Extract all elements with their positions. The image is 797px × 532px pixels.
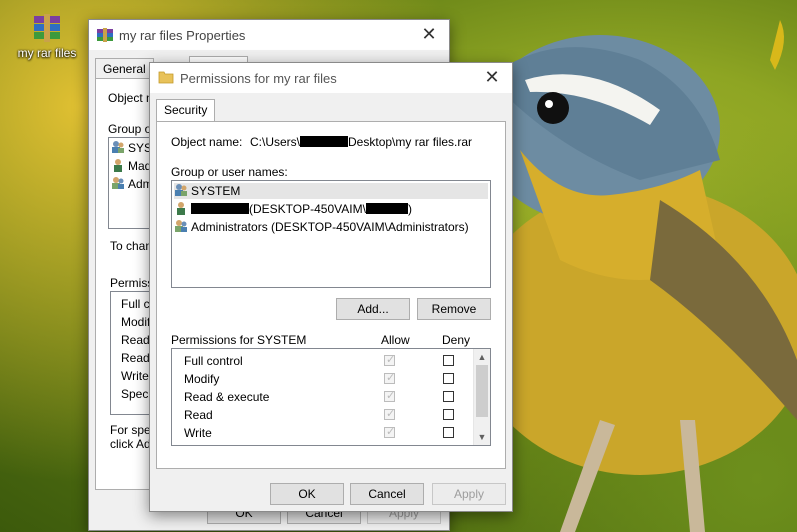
perm-item: Read (121, 351, 150, 365)
perm-name: Read (184, 408, 213, 422)
deny-checkbox[interactable] (443, 391, 454, 402)
tab-security[interactable]: Security (156, 99, 216, 122)
users-list[interactable]: SYSTEM (DESKTOP-450VAIM\) Administrators… (171, 180, 491, 288)
winrar-archive-icon (32, 14, 62, 42)
permissions-dialog: Permissions for my rar files ✕ Security … (149, 62, 513, 512)
chevron-down-icon[interactable]: ▼ (474, 429, 490, 445)
allow-checkbox[interactable]: ✓ (384, 390, 395, 402)
redaction-bar (300, 136, 349, 147)
perm-name: Read & execute (184, 390, 270, 404)
redaction-bar (191, 203, 249, 214)
properties-titlebar[interactable]: my rar files Properties ✕ (89, 20, 449, 50)
users-group-icon (174, 183, 188, 197)
desktop-icon-label: my rar files (17, 46, 77, 60)
folder-icon (158, 69, 174, 84)
deny-checkbox[interactable] (443, 427, 454, 438)
ok-button[interactable]: OK (270, 483, 344, 505)
add-button[interactable]: Add... (336, 298, 410, 320)
permissions-title: Permissions for my rar files (180, 71, 337, 86)
list-item[interactable]: SYSTEM (174, 183, 488, 199)
deny-checkbox[interactable] (443, 373, 454, 384)
allow-header: Allow (381, 333, 410, 347)
permissions-scrollbar[interactable]: ▲ ▼ (473, 349, 490, 445)
perm-name: Write (184, 426, 212, 440)
allow-checkbox[interactable]: ✓ (384, 354, 395, 366)
allow-checkbox[interactable]: ✓ (384, 372, 395, 384)
user-name: Mad (128, 159, 152, 173)
permissions-titlebar[interactable]: Permissions for my rar files ✕ (150, 63, 512, 93)
properties-title: my rar files Properties (119, 28, 246, 43)
remove-button[interactable]: Remove (417, 298, 491, 320)
tab-general[interactable]: General (95, 58, 154, 79)
close-icon[interactable]: ✕ (419, 24, 439, 45)
perm-name: Full control (184, 354, 243, 368)
cancel-button[interactable]: Cancel (350, 483, 424, 505)
allow-checkbox[interactable]: ✓ (384, 408, 395, 420)
deny-header: Deny (442, 333, 471, 347)
perm-item: Read (121, 333, 150, 347)
winrar-title-icon (97, 28, 113, 42)
users-group-icon (111, 140, 125, 154)
user-name-suffix: ) (407, 202, 412, 216)
allow-checkbox[interactable]: ✓ (384, 426, 395, 438)
perm-item: Write (121, 369, 149, 383)
object-name-label: Object name: (171, 135, 243, 149)
permissions-tabpanel: Object name: C:\Users\ Desktop\my rar fil… (156, 121, 506, 469)
group-names-label: Group or user names: (171, 165, 288, 179)
chevron-up-icon[interactable]: ▲ (474, 349, 490, 365)
list-item[interactable]: Administrators (DESKTOP-450VAIM\Administ… (174, 219, 488, 235)
close-icon[interactable]: ✕ (482, 67, 502, 88)
user-name: SYSTEM (191, 184, 241, 198)
apply-button[interactable]: Apply (432, 483, 506, 505)
users-group-icon (174, 219, 188, 233)
user-icon (111, 158, 125, 172)
permissions-list: Full control ✓ Modify ✓ Read & execute ✓… (171, 348, 491, 446)
user-name-mid: (DESKTOP-450VAIM\ (249, 202, 366, 216)
perm-name: Modify (184, 372, 220, 386)
object-path: C:\Users\ Desktop\my rar files.rar (250, 135, 472, 149)
object-path-suffix: Desktop\my rar files.rar (348, 135, 473, 149)
redaction-bar (365, 203, 408, 214)
deny-checkbox[interactable] (443, 409, 454, 420)
object-path-prefix: C:\Users\ (250, 135, 301, 149)
desktop-icon-rar[interactable]: my rar files (14, 14, 80, 60)
user-name: Administrators (DESKTOP-450VAIM\Administ… (191, 220, 469, 234)
deny-checkbox[interactable] (443, 355, 454, 366)
permissions-for-label: Permissions for SYSTEM (171, 333, 307, 347)
users-group-icon (111, 176, 125, 190)
list-item[interactable]: (DESKTOP-450VAIM\) (174, 201, 488, 217)
user-icon (174, 201, 188, 215)
scrollbar-thumb[interactable] (476, 365, 488, 417)
